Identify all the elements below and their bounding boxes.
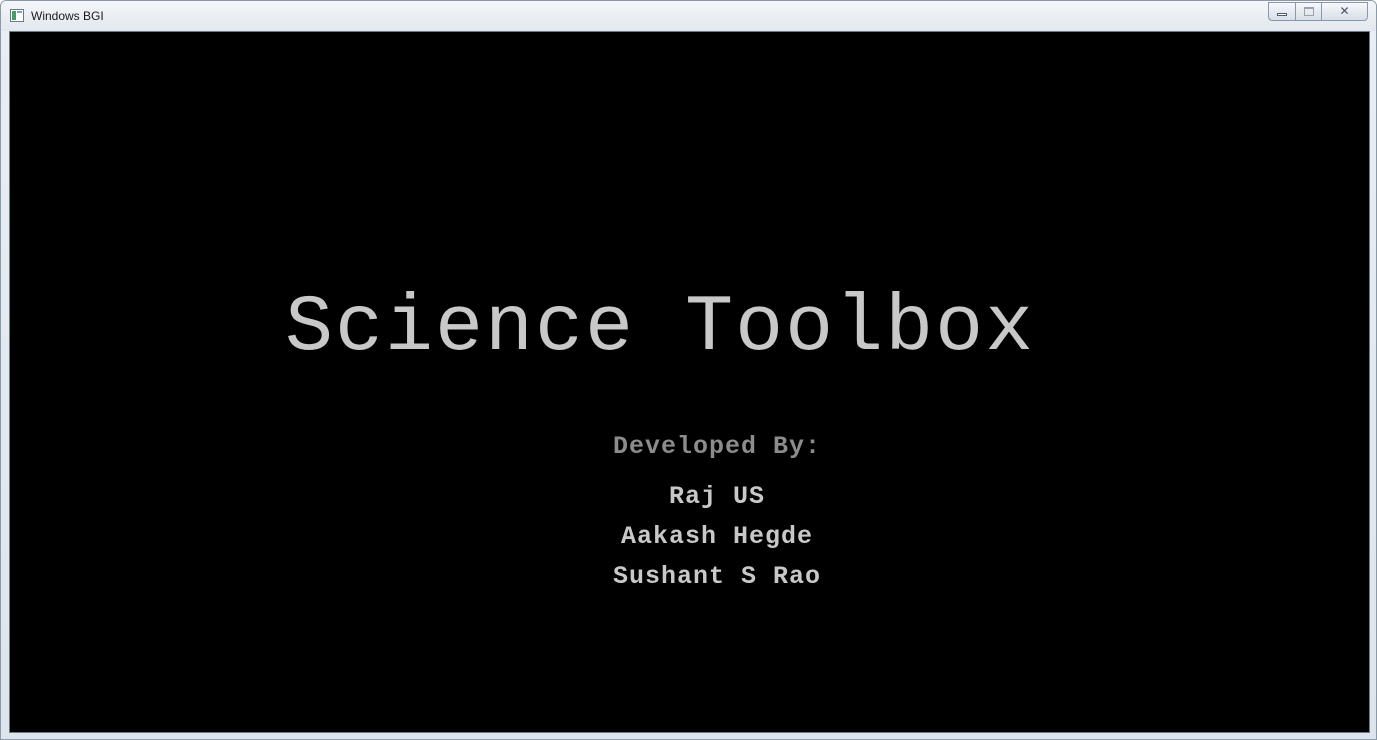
window-title: Windows BGI — [31, 9, 104, 23]
caption-buttons: ✕ — [1268, 2, 1368, 22]
developer-name: Sushant S Rao — [612, 562, 822, 591]
close-button[interactable]: ✕ — [1321, 2, 1368, 21]
bgi-app-icon[interactable] — [10, 9, 24, 22]
app-title: Science Toolbox — [285, 283, 1036, 374]
title-bar[interactable]: Windows BGI ✕ — [1, 1, 1376, 31]
close-icon: ✕ — [1339, 4, 1350, 18]
maximize-button[interactable] — [1295, 2, 1321, 21]
developer-name: Aakash Hegde — [620, 522, 814, 551]
developer-name: Raj US — [668, 482, 765, 511]
graphics-canvas[interactable]: Science Toolbox Developed By: Raj US Aak… — [9, 31, 1370, 733]
app-window: Windows BGI ✕ Science Toolbox Developed … — [0, 0, 1377, 740]
maximize-icon — [1304, 7, 1314, 16]
minimize-icon — [1277, 13, 1287, 16]
minimize-button[interactable] — [1268, 2, 1295, 21]
developed-by-label: Developed By: — [612, 432, 822, 461]
